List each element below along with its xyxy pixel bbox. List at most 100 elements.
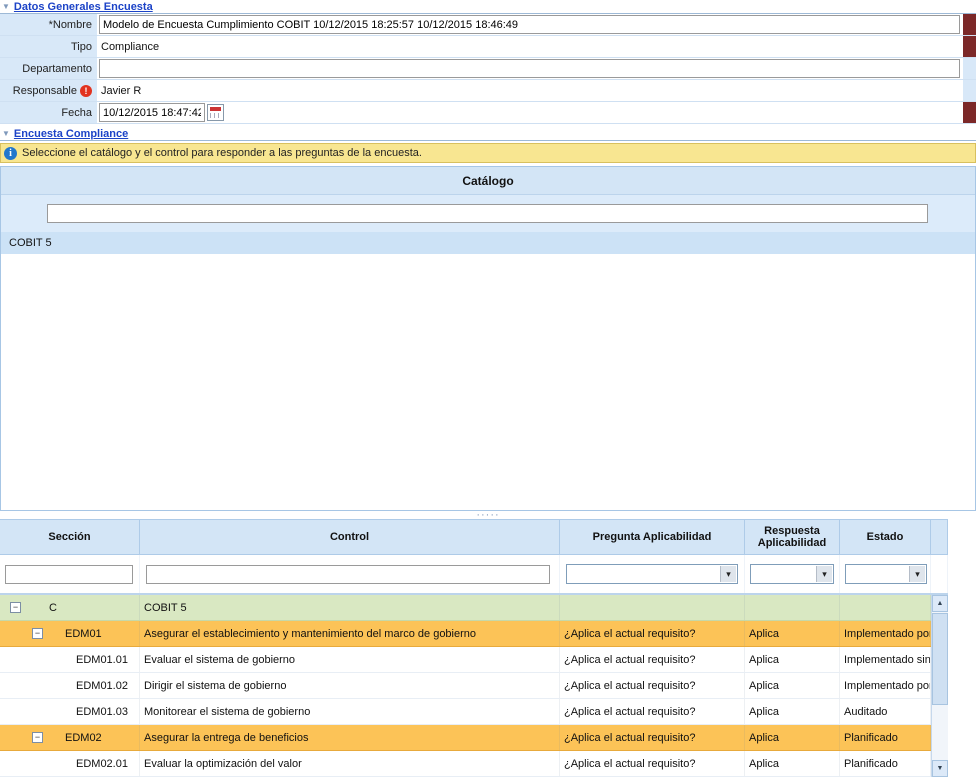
cell-pregunta: ¿Aplica el actual requisito? [564, 758, 695, 770]
info-text: Seleccione el catálogo y el control para… [22, 147, 422, 159]
cell-control: Dirigir el sistema de gobierno [144, 680, 286, 692]
table-row[interactable]: EDM01.02 Dirigir el sistema de gobierno … [0, 673, 931, 699]
table-row[interactable]: EDM02 Asegurar la entrega de beneficios … [0, 725, 931, 751]
table-row[interactable]: EDM01.03 Monitorear el sistema de gobier… [0, 699, 931, 725]
cell-estado: Planificado [844, 732, 898, 744]
row-marker [963, 102, 976, 123]
scroll-down-icon[interactable] [932, 760, 948, 777]
cell-estado: Implementado sin [844, 654, 931, 666]
chevron-down-icon [909, 566, 925, 582]
general-section-header: Datos Generales Encuesta [0, 0, 976, 14]
general-section-title[interactable]: Datos Generales Encuesta [14, 1, 153, 13]
catalogo-search-area [1, 195, 975, 232]
cell-seccion: EDM01.01 [76, 654, 128, 666]
nombre-input[interactable] [99, 15, 960, 34]
chevron-down-icon [816, 566, 832, 582]
cell-estado: Implementado por [844, 680, 931, 692]
estado-filter-select[interactable] [845, 564, 927, 584]
cell-control: Monitorear el sistema de gobierno [144, 706, 310, 718]
scrollbar-thumb[interactable] [932, 613, 948, 705]
col-header-control[interactable]: Control [140, 520, 560, 554]
col-header-estado[interactable]: Estado [840, 520, 931, 554]
grid-header: Sección Control Pregunta Aplicabilidad R… [0, 519, 948, 555]
cell-respuesta: Aplica [749, 680, 779, 692]
table-row[interactable]: EDM01 Asegurar el establecimiento y mant… [0, 621, 931, 647]
form-row-tipo: Tipo Compliance [0, 36, 976, 58]
chevron-down-icon [720, 566, 736, 582]
cell-seccion: EDM01.02 [76, 680, 128, 692]
cell-pregunta: ¿Aplica el actual requisito? [564, 732, 695, 744]
compliance-section-title[interactable]: Encuesta Compliance [14, 128, 128, 140]
responsable-label: Responsable [13, 85, 77, 97]
cell-control: Evaluar la optimización del valor [144, 758, 302, 770]
cell-seccion: EDM02 [65, 732, 102, 744]
grid-body: C COBIT 5 EDM01 Asegurar el establecimie… [0, 595, 948, 777]
tipo-label: Tipo [71, 41, 92, 53]
catalogo-header: Catálogo [1, 167, 975, 195]
control-filter-input[interactable] [146, 565, 550, 584]
info-icon [4, 147, 17, 160]
compliance-section-header: Encuesta Compliance [0, 127, 976, 141]
cell-seccion: C [49, 602, 57, 614]
scroll-up-icon[interactable] [932, 595, 948, 612]
cell-respuesta: Aplica [749, 706, 779, 718]
cell-seccion: EDM02.01 [76, 758, 128, 770]
col-header-seccion[interactable]: Sección [0, 520, 140, 554]
cell-pregunta: ¿Aplica el actual requisito? [564, 706, 695, 718]
row-strip [963, 58, 976, 79]
fecha-input[interactable] [99, 103, 205, 122]
resize-handle[interactable] [0, 511, 976, 519]
cell-pregunta: ¿Aplica el actual requisito? [564, 628, 695, 640]
col-header-respuesta[interactable]: Respuesta Aplicabilidad [745, 520, 840, 554]
col-header-pregunta[interactable]: Pregunta Aplicabilidad [560, 520, 745, 554]
info-bar: Seleccione el catálogo y el control para… [0, 143, 976, 163]
catalogo-list: COBIT 5 [1, 232, 975, 510]
cell-control: COBIT 5 [144, 602, 187, 614]
tipo-value: Compliance [99, 41, 159, 53]
cell-control: Asegurar el establecimiento y mantenimie… [144, 628, 476, 640]
error-icon [80, 85, 92, 97]
cell-control: Evaluar el sistema de gobierno [144, 654, 295, 666]
cell-respuesta: Aplica [749, 758, 779, 770]
pregunta-filter-select[interactable] [566, 564, 738, 584]
collapse-minus-icon[interactable] [10, 602, 21, 613]
departamento-input[interactable] [99, 59, 960, 78]
cell-respuesta: Aplica [749, 732, 779, 744]
responsable-value: Javier R [99, 85, 141, 97]
grid-scrollbar[interactable] [931, 595, 948, 777]
form-row-departamento: Departamento [0, 58, 976, 80]
collapse-minus-icon[interactable] [32, 628, 43, 639]
col-header-spacer [931, 520, 948, 554]
table-row[interactable]: EDM01.01 Evaluar el sistema de gobierno … [0, 647, 931, 673]
nombre-label: *Nombre [49, 19, 92, 31]
collapse-icon[interactable] [2, 130, 10, 138]
catalogo-item-selected[interactable]: COBIT 5 [1, 232, 975, 254]
controls-grid: Sección Control Pregunta Aplicabilidad R… [0, 519, 948, 777]
cell-respuesta: Aplica [749, 654, 779, 666]
cell-seccion: EDM01.03 [76, 706, 128, 718]
seccion-filter-input[interactable] [5, 565, 133, 584]
cell-pregunta: ¿Aplica el actual requisito? [564, 680, 695, 692]
cell-respuesta: Aplica [749, 628, 779, 640]
catalogo-search-input[interactable] [47, 204, 928, 223]
cell-estado: Auditado [844, 706, 887, 718]
cell-seccion: EDM01 [65, 628, 102, 640]
row-marker [963, 36, 976, 57]
table-row[interactable]: C COBIT 5 [0, 595, 931, 621]
cell-estado: Implementado por [844, 628, 931, 640]
calendar-icon[interactable] [207, 104, 224, 121]
departamento-label: Departamento [22, 63, 92, 75]
catalogo-panel: Catálogo COBIT 5 [0, 166, 976, 511]
collapse-icon[interactable] [2, 3, 10, 11]
table-row[interactable]: EDM02.01 Evaluar la optimización del val… [0, 751, 931, 777]
grid-filter-row [0, 555, 948, 595]
row-marker [963, 14, 976, 35]
cell-estado: Planificado [844, 758, 898, 770]
row-strip [963, 80, 976, 101]
form-row-fecha: Fecha [0, 102, 976, 124]
cell-pregunta: ¿Aplica el actual requisito? [564, 654, 695, 666]
form-row-nombre: *Nombre [0, 14, 976, 36]
fecha-label: Fecha [61, 107, 92, 119]
respuesta-filter-select[interactable] [750, 564, 834, 584]
collapse-minus-icon[interactable] [32, 732, 43, 743]
